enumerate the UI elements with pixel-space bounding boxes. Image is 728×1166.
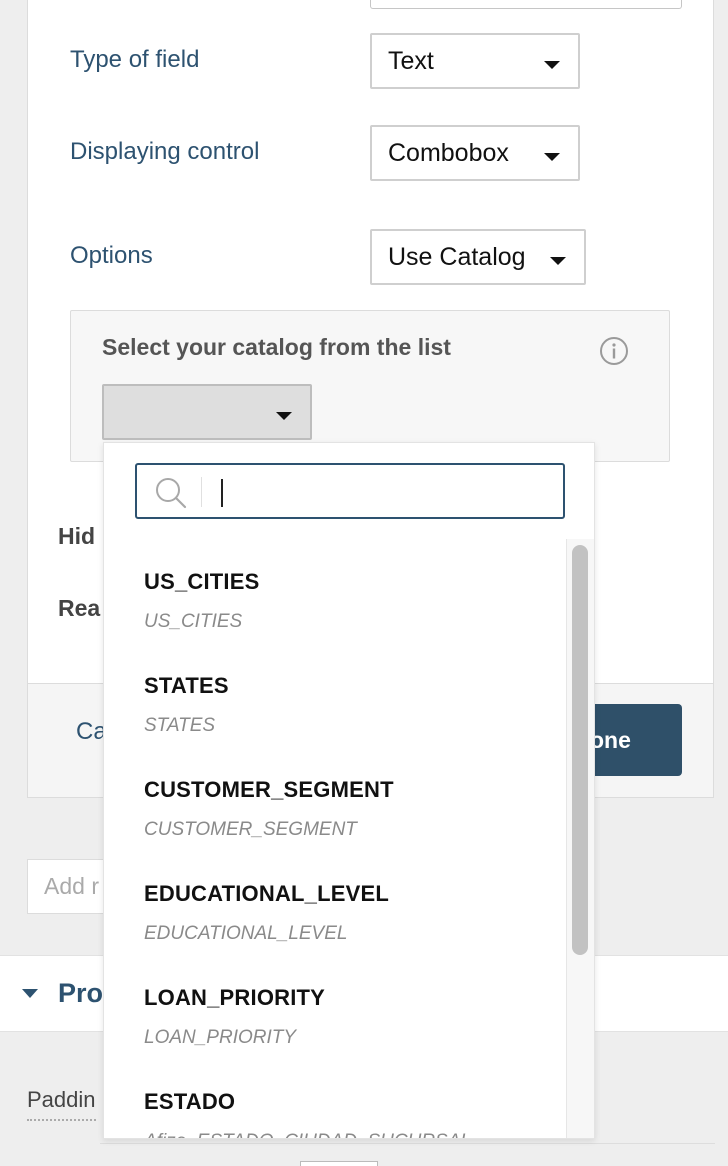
item-subtitle: STATES: [144, 715, 216, 736]
section-title: Pro: [58, 978, 104, 1008]
item-subtitle: LOAN_PRIORITY: [144, 1027, 297, 1048]
list-item[interactable]: US_CITIES US_CITIES: [104, 539, 566, 643]
add-input-placeholder: Add r: [44, 873, 99, 899]
scrollbar-thumb[interactable]: [572, 545, 588, 955]
item-subtitle: US_CITIES: [144, 611, 243, 632]
list-item[interactable]: ESTADO Afiza_ESTADO_CIUDAD_SUCURSAL: [104, 1059, 566, 1138]
type-of-field-select[interactable]: Text: [370, 33, 580, 89]
item-title: LOAN_PRIORITY: [144, 985, 326, 1010]
item-subtitle: EDUCATIONAL_LEVEL: [144, 923, 348, 944]
type-of-field-label: Type of field: [70, 46, 200, 73]
options-select[interactable]: Use Catalog: [370, 229, 586, 285]
input-top-edge[interactable]: [300, 1161, 378, 1166]
search-icon: [156, 478, 187, 509]
divider: [100, 1143, 715, 1144]
list-item[interactable]: EDUCATIONAL_LEVEL EDUCATIONAL_LEVEL: [104, 851, 566, 955]
displaying-control-select[interactable]: Combobox: [370, 125, 580, 181]
hidden-label: Hid: [58, 523, 96, 549]
text-cursor: [221, 479, 223, 507]
item-title: CUSTOMER_SEGMENT: [144, 777, 394, 802]
item-title: ESTADO: [144, 1089, 236, 1114]
chevron-down-icon: [544, 153, 560, 161]
dropdown-search-input[interactable]: [213, 469, 553, 513]
catalog-list: US_CITIES US_CITIES STATES STATES CUSTOM…: [104, 539, 566, 1138]
section-collapse-icon[interactable]: [22, 989, 38, 998]
list-item[interactable]: CUSTOMER_SEGMENT CUSTOMER_SEGMENT: [104, 747, 566, 851]
catalog-dropdown: US_CITIES US_CITIES STATES STATES CUSTOM…: [103, 442, 595, 1139]
readonly-label: Rea: [58, 595, 101, 621]
displaying-control-value: Combobox: [388, 138, 509, 167]
catalog-select[interactable]: [102, 384, 312, 440]
dropdown-search-box[interactable]: [135, 463, 565, 519]
options-value: Use Catalog: [388, 242, 526, 271]
item-title: US_CITIES: [144, 569, 260, 594]
item-subtitle: CUSTOMER_SEGMENT: [144, 819, 357, 840]
item-title: STATES: [144, 673, 229, 698]
search-divider: [201, 477, 202, 507]
list-item[interactable]: LOAN_PRIORITY LOAN_PRIORITY: [104, 955, 566, 1059]
done-button-label: one: [590, 726, 631, 753]
chevron-down-icon: [276, 412, 292, 420]
previous-input-bottom[interactable]: [370, 0, 682, 9]
chevron-down-icon: [550, 257, 566, 265]
list-item[interactable]: STATES STATES: [104, 643, 566, 747]
info-icon[interactable]: [599, 336, 629, 366]
options-label: Options: [70, 242, 153, 269]
chevron-down-icon: [544, 61, 560, 69]
padding-label: Paddin: [27, 1087, 96, 1121]
type-of-field-value: Text: [388, 46, 434, 75]
item-subtitle: Afiza_ESTADO_CIUDAD_SUCURSAL: [144, 1131, 566, 1138]
item-title: EDUCATIONAL_LEVEL: [144, 881, 390, 906]
catalog-title: Select your catalog from the list: [102, 334, 451, 360]
displaying-control-label: Displaying control: [70, 138, 260, 165]
